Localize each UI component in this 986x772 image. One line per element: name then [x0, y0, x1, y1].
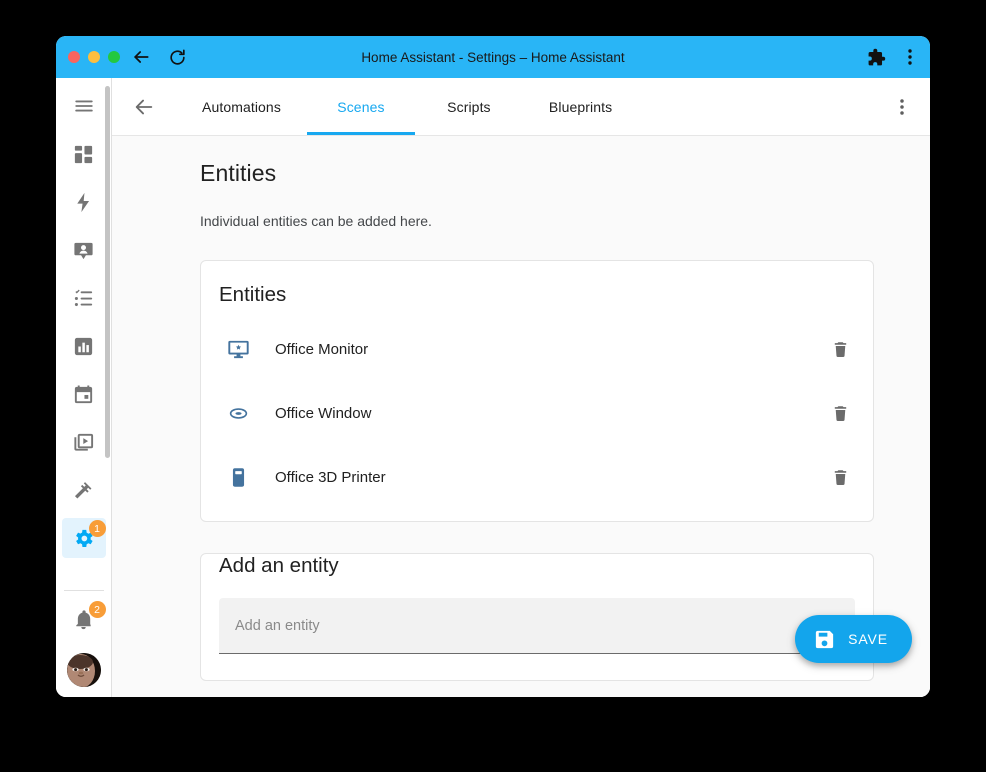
entities-section-header: Entities Individual entities can be adde…: [200, 136, 874, 229]
minimize-window-button[interactable]: [88, 51, 100, 63]
entity-name: Office Monitor: [257, 341, 823, 358]
dashboard-icon: [72, 143, 95, 166]
entities-card-title: Entities: [201, 261, 873, 311]
entity-name: Office Window: [257, 405, 823, 422]
trash-icon: [831, 404, 850, 423]
sidebar: 1 2: [56, 78, 112, 697]
entity-list: Office Monitor: [201, 311, 873, 521]
bar-chart-icon: [72, 335, 95, 358]
lightning-bolt-icon: [72, 191, 95, 214]
sidebar-divider: [64, 590, 104, 591]
sidebar-scrollbar[interactable]: [105, 86, 110, 458]
save-button[interactable]: SAVE: [795, 615, 912, 663]
tab-bar: Automations Scenes Scripts Blueprints: [176, 78, 638, 135]
media-play-icon: [72, 431, 95, 454]
three-dots-vertical-icon: [894, 98, 910, 116]
sidebar-item-developer-tools[interactable]: [62, 470, 106, 510]
tab-blueprints-label: Blueprints: [549, 99, 612, 115]
browser-titlebar-actions: [867, 48, 918, 67]
tab-automations-label: Automations: [202, 99, 281, 115]
scene-editor-content[interactable]: Entities Individual entities can be adde…: [112, 136, 930, 697]
save-button-label: SAVE: [848, 631, 888, 647]
sidebar-item-settings[interactable]: 1: [62, 518, 106, 558]
sidebar-menu-button[interactable]: [56, 82, 112, 130]
entity-row-office-window[interactable]: Office Window: [201, 381, 873, 445]
add-entity-picker[interactable]: Add an entity: [219, 598, 855, 654]
section-description: Individual entities can be added here.: [200, 213, 874, 229]
app-back-button[interactable]: [112, 78, 176, 135]
sidebar-item-map[interactable]: [62, 230, 106, 270]
avatar[interactable]: [67, 653, 101, 687]
sidebar-scroll-area[interactable]: 1: [56, 130, 112, 586]
notifications-badge: 2: [89, 601, 106, 618]
delete-entity-button[interactable]: [823, 460, 857, 494]
hammer-icon: [72, 479, 95, 502]
person-card-icon: [72, 239, 95, 262]
window-shutter-icon: [219, 402, 257, 425]
sidebar-item-logbook[interactable]: [62, 278, 106, 318]
page-title: Entities: [200, 160, 874, 187]
browser-window: Home Assistant - Settings – Home Assista…: [56, 36, 930, 697]
calendar-icon: [72, 383, 95, 406]
add-entity-card-title: Add an entity: [201, 554, 873, 578]
avatar-photo: [67, 653, 101, 687]
browser-reload-button[interactable]: [162, 42, 192, 72]
settings-badge: 1: [89, 520, 106, 537]
app-overflow-menu-button[interactable]: [874, 78, 930, 135]
window-traffic-lights: [68, 51, 120, 63]
hamburger-icon: [73, 95, 95, 117]
tab-scripts-label: Scripts: [447, 99, 491, 115]
app-toolbar: Automations Scenes Scripts Blueprints: [112, 78, 930, 136]
add-entity-placeholder: Add an entity: [235, 618, 827, 634]
tab-scripts[interactable]: Scripts: [415, 78, 523, 135]
entities-card: Entities Office Monitor: [200, 260, 874, 522]
puzzle-piece-icon: [867, 48, 886, 67]
trash-icon: [831, 340, 850, 359]
entity-name: Office 3D Printer: [257, 469, 823, 486]
arrow-left-icon: [131, 47, 151, 67]
trash-icon: [831, 468, 850, 487]
sidebar-item-media[interactable]: [62, 422, 106, 462]
extensions-button[interactable]: [867, 48, 886, 67]
browser-menu-button[interactable]: [902, 48, 918, 66]
sidebar-item-notifications[interactable]: 2: [62, 599, 106, 639]
tab-automations[interactable]: Automations: [176, 78, 307, 135]
maximize-window-button[interactable]: [108, 51, 120, 63]
sidebar-item-energy[interactable]: [62, 182, 106, 222]
tab-blueprints[interactable]: Blueprints: [523, 78, 638, 135]
three-dots-vertical-icon: [902, 48, 918, 66]
list-icon: [72, 287, 95, 310]
delete-entity-button[interactable]: [823, 396, 857, 430]
add-entity-picker-wrap: Add an entity: [201, 578, 873, 680]
save-floppy-icon: [813, 628, 836, 651]
browser-titlebar: Home Assistant - Settings – Home Assista…: [56, 36, 930, 78]
sidebar-bottom: 2: [56, 586, 112, 697]
close-window-button[interactable]: [68, 51, 80, 63]
sidebar-item-calendar[interactable]: [62, 374, 106, 414]
tab-scenes-label: Scenes: [337, 99, 384, 115]
entity-row-office-monitor[interactable]: Office Monitor: [201, 317, 873, 381]
browser-back-button[interactable]: [126, 42, 156, 72]
reload-icon: [168, 48, 187, 67]
monitor-star-icon: [219, 338, 257, 361]
entity-row-office-3d-printer[interactable]: Office 3D Printer: [201, 445, 873, 509]
sidebar-item-history[interactable]: [62, 326, 106, 366]
main-area: Automations Scenes Scripts Blueprints: [112, 78, 930, 697]
add-entity-card: Add an entity Add an entity: [200, 553, 874, 681]
app-body: 1 2: [56, 78, 930, 697]
arrow-left-icon: [133, 96, 155, 118]
sidebar-item-overview[interactable]: [62, 134, 106, 174]
printer-3d-icon: [219, 466, 257, 489]
tab-scenes[interactable]: Scenes: [307, 78, 415, 135]
delete-entity-button[interactable]: [823, 332, 857, 366]
